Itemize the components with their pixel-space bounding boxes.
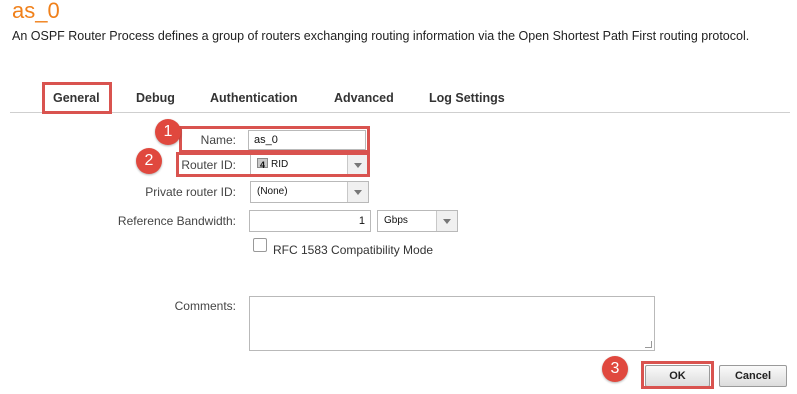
tab-log-settings[interactable]: Log Settings [429, 84, 505, 112]
page-description: An OSPF Router Process defines a group o… [12, 29, 750, 43]
page-title: as_0 [12, 0, 60, 23]
chevron-down-icon[interactable] [347, 182, 368, 202]
reference-bandwidth-field[interactable]: 1 [249, 210, 371, 232]
name-highlight [179, 126, 370, 153]
comments-textarea[interactable] [249, 296, 655, 351]
tab-authentication[interactable]: Authentication [210, 84, 298, 112]
private-router-id-value: (None) [257, 186, 288, 197]
private-router-id-label: Private router ID: [145, 185, 236, 199]
tab-debug[interactable]: Debug [136, 84, 175, 112]
private-router-id-select[interactable]: (None) [250, 181, 369, 203]
resize-handle-icon[interactable] [645, 341, 652, 348]
bandwidth-unit-value: Gbps [384, 215, 408, 226]
tab-bar: General Debug Authentication Advanced Lo… [10, 84, 790, 113]
tab-advanced[interactable]: Advanced [334, 84, 394, 112]
cancel-button[interactable]: Cancel [719, 365, 787, 387]
annotation-badge-1: 1 [155, 119, 181, 145]
comments-label: Comments: [174, 299, 236, 313]
rfc1583-checkbox[interactable] [253, 238, 267, 252]
annotation-badge-3: 3 [602, 356, 628, 382]
reference-bandwidth-label: Reference Bandwidth: [117, 214, 236, 228]
annotation-badge-2: 2 [136, 148, 162, 174]
ok-highlight [641, 361, 714, 389]
rfc1583-label: RFC 1583 Compatibility Mode [273, 243, 434, 257]
general-tab-highlight [42, 82, 112, 114]
router-id-highlight [176, 152, 370, 177]
chevron-down-icon[interactable] [436, 211, 457, 231]
bandwidth-unit-select[interactable]: Gbps [377, 210, 458, 232]
